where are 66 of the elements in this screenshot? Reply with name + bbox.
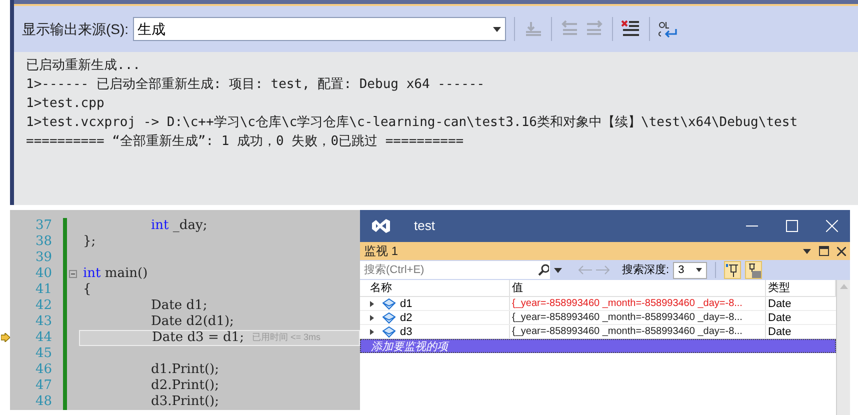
code-line: Date d2(d1);	[151, 313, 234, 331]
search-depth-label: 搜索深度:	[622, 262, 670, 278]
column-header[interactable]: 名称	[360, 280, 510, 296]
panel-title: 监视 1	[364, 243, 398, 260]
line-number: 40	[34, 265, 53, 283]
output-line: 已启动重新生成...	[26, 57, 142, 75]
line-number: 46	[34, 361, 53, 379]
close-icon[interactable]	[837, 246, 846, 256]
code-line: d1.Print();	[151, 361, 219, 379]
object-icon	[382, 326, 396, 338]
code-line: int main()	[83, 265, 148, 283]
watch-value: {_year=-858993460 _month=-858993460 _day=-8...	[510, 311, 766, 324]
clear-all-icon[interactable]	[620, 20, 641, 38]
code-line: {	[83, 281, 92, 300]
line-number: 43	[34, 313, 53, 331]
pin-text-icon[interactable]	[745, 261, 762, 279]
search-field[interactable]: 搜索(Ctrl+E)	[360, 261, 536, 279]
pin-icon[interactable]	[724, 261, 742, 279]
object-icon	[382, 312, 396, 324]
object-icon	[382, 298, 396, 310]
caret-icon	[696, 268, 702, 272]
code-line: Date d3 = d1;	[152, 329, 244, 348]
code-line: Date d1;	[151, 297, 208, 315]
watch-name: d1	[400, 296, 412, 310]
line-number: 44	[34, 329, 53, 347]
expand-icon[interactable]	[370, 300, 374, 306]
line-number: 39	[34, 249, 53, 267]
line-number: 42	[34, 297, 53, 315]
app-logo-icon	[372, 219, 390, 233]
code-line: };	[83, 233, 96, 252]
caret-icon	[492, 26, 501, 32]
output-line: 1>test.cpp	[26, 95, 106, 113]
line-number: 41	[34, 281, 53, 299]
watch-type: Date	[767, 297, 792, 310]
code-line: d3.Print();	[151, 393, 219, 410]
column-header[interactable]: 值	[510, 280, 766, 296]
add-watch-item[interactable]: 添加要监视的项	[360, 339, 836, 353]
output-line: 1>test.vcxproj -> D:\c++学习\c仓库\c学习仓库\c-learning-can\test3.16类和对象中【续】\test\x64\Debug\test	[26, 114, 799, 132]
search-icon[interactable]	[536, 261, 550, 279]
line-number: 47	[34, 377, 53, 395]
output-source-label: 显示输出来源(S):	[22, 20, 129, 39]
watch-value: {_year=-858993460 _month=-858993460 _day=-8...	[510, 325, 766, 338]
watch-type: Date	[767, 325, 792, 338]
dropdown-icon[interactable]	[803, 248, 811, 254]
line-number: 45	[34, 345, 53, 363]
caret-icon[interactable]	[554, 268, 562, 272]
output-line: ========== “全部重新生成”: 1 成功，0 失败，0已跳过 ==========	[26, 133, 465, 151]
expand-icon[interactable]	[370, 328, 374, 334]
collapse-icon[interactable]	[69, 270, 77, 278]
search-depth-dropdown[interactable]: 3	[673, 262, 708, 278]
watch-name: d3	[400, 324, 412, 338]
window-title: test	[414, 217, 435, 236]
output-source-dropdown[interactable]: 生成	[132, 17, 506, 41]
watch-value: {_year=-858993460 _month=-858993460 _day=-8...	[510, 297, 766, 310]
word-wrap-icon[interactable]	[658, 20, 680, 38]
expand-icon[interactable]	[370, 314, 374, 320]
code-line: d2.Print();	[151, 377, 219, 395]
line-number: 37	[34, 217, 53, 235]
maximize-icon[interactable]	[819, 246, 829, 256]
line-number: 38	[34, 233, 53, 251]
line-number: 48	[34, 393, 53, 410]
output-line: 1>------ 已启动全部重新生成: 项目: test, 配置: Debug x64 ------	[26, 76, 486, 94]
code-line: int _day;	[151, 217, 208, 236]
watch-name: d2	[400, 310, 412, 324]
watch-type: Date	[767, 311, 792, 324]
scrollbar[interactable]	[836, 280, 850, 415]
